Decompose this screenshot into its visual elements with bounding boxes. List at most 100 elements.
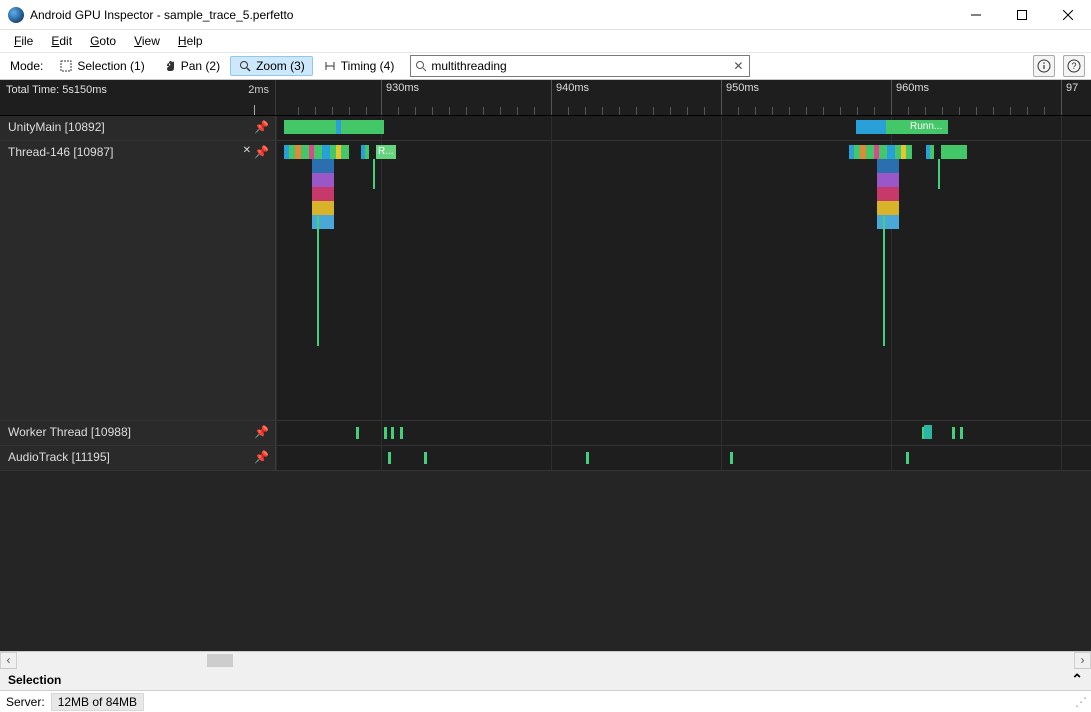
trace-segment[interactable] [284, 120, 336, 134]
trace-tick[interactable] [384, 427, 387, 439]
track-label[interactable]: UnityMain [10892] 📌 [0, 116, 276, 140]
trace-segment[interactable] [887, 145, 895, 159]
trace-segment[interactable]: R... [376, 145, 396, 159]
track-label[interactable]: Worker Thread [10988] 📌 [0, 421, 276, 445]
pin-icon[interactable]: 📌 [254, 450, 269, 464]
track-label[interactable]: Thread-146 [10987] ✕ 📌 [0, 141, 276, 420]
trace-tick[interactable] [400, 427, 403, 439]
trace-segment[interactable] [941, 145, 967, 159]
trace-tick[interactable] [373, 159, 375, 189]
trace-segment[interactable] [346, 120, 384, 134]
track-row-audio[interactable]: AudioTrack [11195] 📌 [0, 446, 1091, 471]
track-lane[interactable]: R... [276, 141, 1091, 420]
trace-tick[interactable] [388, 452, 391, 464]
ruler-major-tick: 930ms [381, 80, 382, 115]
trace-segment[interactable] [877, 173, 899, 187]
trace-segment[interactable] [877, 201, 899, 215]
close-button[interactable] [1045, 0, 1091, 30]
pan-icon [163, 59, 177, 73]
track-row-worker[interactable]: Worker Thread [10988] 📌 [0, 421, 1091, 446]
resize-gripper-icon[interactable]: ⋰ [1075, 695, 1085, 709]
ruler-scale[interactable]: 930ms940ms950ms960ms97 [276, 80, 1091, 115]
track-row-thread146[interactable]: Thread-146 [10987] ✕ 📌 R... [0, 141, 1091, 421]
ruler-minor-tick [993, 107, 994, 115]
menu-goto[interactable]: Goto [82, 32, 124, 50]
trace-tick[interactable] [730, 452, 733, 464]
trace-tick[interactable] [424, 452, 427, 464]
trace-segment[interactable] [365, 145, 369, 159]
trace-segment[interactable] [314, 145, 322, 159]
pin-icon[interactable]: 📌 [254, 120, 269, 134]
track-lane[interactable] [276, 446, 1091, 470]
trace-segment[interactable] [856, 120, 886, 134]
menu-help[interactable]: Help [170, 32, 211, 50]
selection-panel-header[interactable]: Selection ⌃ [0, 668, 1091, 690]
pin-icon[interactable]: 📌 [254, 145, 269, 159]
trace-tick[interactable] [960, 427, 963, 439]
ruler-minor-tick [857, 107, 858, 115]
scroll-left-icon[interactable]: ‹ [0, 652, 17, 669]
mode-pan[interactable]: Pan (2) [155, 56, 228, 76]
mode-zoom[interactable]: Zoom (3) [230, 56, 313, 76]
ruler-minor-tick [925, 107, 926, 115]
trace-segment[interactable] [924, 425, 932, 439]
scroll-track[interactable] [17, 652, 1074, 669]
trace-segment[interactable] [312, 187, 334, 201]
trace-segment[interactable] [341, 145, 349, 159]
timeline-ruler[interactable]: Total Time: 5s150ms 2ms 930ms940ms950ms9… [0, 80, 1091, 116]
trace-segment[interactable] [886, 120, 908, 134]
mode-timing[interactable]: Timing (4) [315, 56, 403, 76]
trace-tick[interactable] [317, 216, 319, 346]
maximize-button[interactable] [999, 0, 1045, 30]
trace-segment[interactable] [906, 145, 912, 159]
track-lane[interactable] [276, 421, 1091, 445]
menu-view[interactable]: View [126, 32, 168, 50]
track-row-unitymain[interactable]: UnityMain [10892] 📌 Runn... [0, 116, 1091, 141]
trace-tick[interactable] [356, 427, 359, 439]
search-input[interactable] [431, 56, 727, 76]
trace-segment[interactable] [312, 215, 334, 229]
scroll-right-icon[interactable]: › [1074, 652, 1091, 669]
scroll-thumb[interactable] [207, 654, 233, 667]
track-label[interactable]: AudioTrack [11195] 📌 [0, 446, 276, 470]
trace-segment[interactable] [877, 159, 899, 173]
search-box[interactable]: ✕ [410, 55, 750, 77]
ruler-minor-tick [653, 107, 654, 115]
zoom-icon [238, 59, 252, 73]
trace-segment[interactable] [879, 145, 887, 159]
trace-segment[interactable] [322, 145, 330, 159]
ruler-minor-tick [840, 107, 841, 115]
horizontal-scrollbar[interactable]: ‹ › [0, 651, 1091, 668]
ruler-minor-tick [398, 107, 399, 115]
ruler-minor-tick [534, 107, 535, 115]
trace-segment[interactable] [866, 145, 874, 159]
trace-segment[interactable] [312, 173, 334, 187]
pin-icon[interactable]: 📌 [254, 425, 269, 439]
trace-tick[interactable] [586, 452, 589, 464]
trace-segment[interactable]: Runn... [908, 120, 948, 134]
trace-tick[interactable] [938, 159, 940, 189]
trace-tick[interactable] [883, 216, 885, 346]
minimize-button[interactable] [953, 0, 999, 30]
clear-search-icon[interactable]: ✕ [727, 59, 749, 73]
trace-segment[interactable] [312, 159, 334, 173]
mode-selection[interactable]: Selection (1) [51, 56, 152, 76]
collapse-icon[interactable]: ✕ [243, 145, 251, 156]
trace-segment[interactable] [877, 187, 899, 201]
ruler-minor-tick [568, 107, 569, 115]
menu-file[interactable]: File [6, 32, 41, 50]
trace-segment[interactable] [312, 201, 334, 215]
trace-segment[interactable] [301, 145, 309, 159]
trace-tick[interactable] [952, 427, 955, 439]
trace-segment[interactable] [877, 215, 899, 229]
trace-tick[interactable] [391, 427, 394, 439]
chevron-up-icon[interactable]: ⌃ [1071, 671, 1083, 688]
help-button[interactable]: ? [1063, 55, 1085, 77]
info-button[interactable] [1033, 55, 1055, 77]
track-lane[interactable]: Runn... [276, 116, 1091, 140]
menu-edit[interactable]: Edit [43, 32, 80, 50]
trace-segment[interactable] [930, 145, 934, 159]
empty-area [0, 471, 1091, 651]
trace-tick[interactable] [906, 452, 909, 464]
ruler-minor-tick [942, 107, 943, 115]
